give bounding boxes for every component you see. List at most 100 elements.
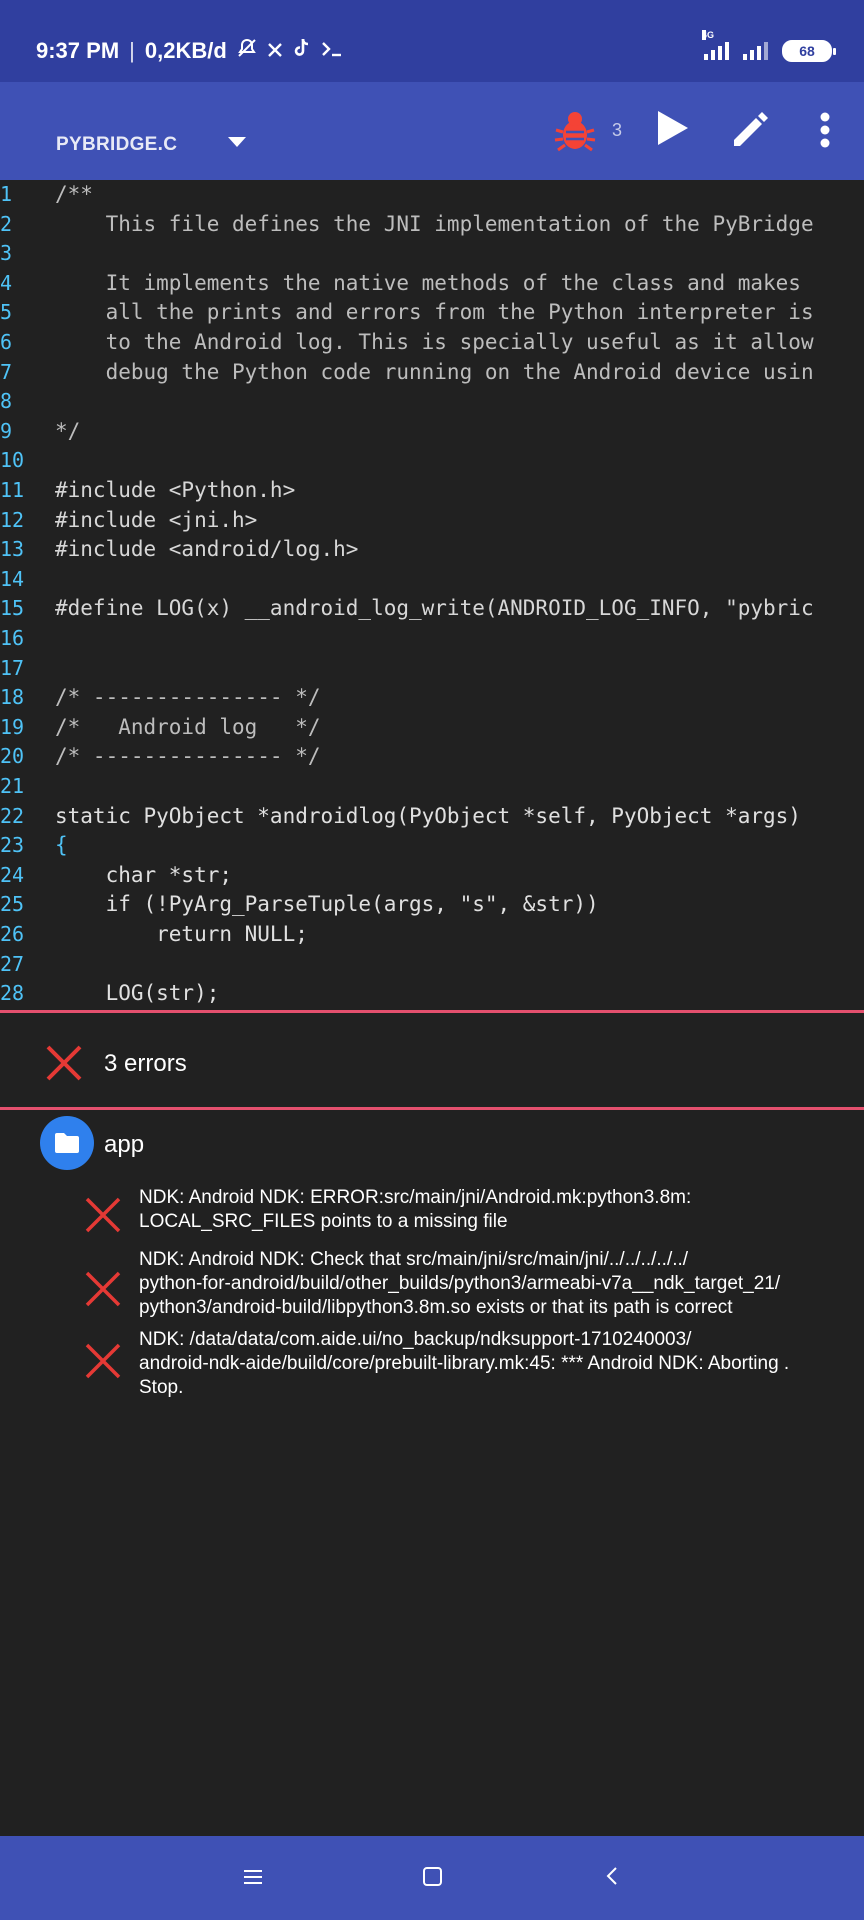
error-x-icon [46,1045,82,1081]
home-icon[interactable] [423,1867,442,1886]
line-number: 14 [0,566,25,591]
signal-icon [743,42,768,60]
line-number: 9 [0,418,13,443]
line-number: 28 [0,981,25,1006]
line-number: 1 [0,182,13,206]
bug-icon[interactable] [552,108,598,154]
code-line: 20 /* --------------- */ [0,742,864,771]
code-text: debug the Python code running on the And… [55,359,814,384]
status-right: 4G 68 [702,30,836,62]
more-vert-icon[interactable] [812,110,838,150]
battery-icon: 68 [782,40,836,62]
code-line: 28 LOG(str); [0,979,864,1008]
error-count-badge[interactable]: 3 [612,120,622,141]
line-number: 25 [0,892,25,917]
code-text: #define LOG(x) __android_log_write(ANDRO… [55,596,814,621]
line-number: 27 [0,951,25,976]
line-number: 2 [0,211,13,236]
error-x-icon [85,1271,121,1307]
code-line: 7 debug the Python code running on the A… [0,358,864,387]
code-text: */ [55,418,81,443]
edit-icon[interactable] [730,108,772,150]
code-line: 24 char *str; [0,861,864,890]
code-text: It implements the native methods of the … [55,270,801,295]
code-text: This file defines the JNI implementation… [55,211,814,236]
line-number: 26 [0,922,25,946]
code-line: 4 It implements the native methods of th… [0,269,864,298]
project-label[interactable]: app [104,1131,144,1159]
back-icon[interactable] [605,1866,619,1886]
code-text: to the Android log. This is specially us… [55,330,814,354]
code-line: 14 [0,565,864,594]
code-line: 18 /* --------------- */ [0,683,864,712]
lte-label: 4G [702,30,715,40]
code-text: all the prints and errors from the Pytho… [55,300,814,325]
folder-icon[interactable] [40,1116,94,1170]
line-number: 12 [0,507,25,532]
line-number: 17 [0,655,25,680]
code-line: 2 This file defines the JNI implementati… [0,210,864,239]
error-message: NDK: Android NDK: Check that src/main/jn… [139,1249,781,1318]
system-nav-bar [0,1836,864,1920]
line-number: 18 [0,685,25,710]
status-left: 9:37 PM | 0,2KB/d [36,38,343,64]
line-number: 20 [0,744,25,769]
menu-icon[interactable] [244,1869,262,1885]
code-line: 11 #include <Python.h> [0,476,864,505]
line-number: 5 [0,300,13,325]
code-line: 12 #include <jni.h> [0,506,864,535]
code-line: 6 to the Android log. This is specially … [0,328,864,357]
code-line: 15 #define LOG(x) __android_log_write(AND… [0,594,864,623]
line-number: 21 [0,774,25,798]
line-number: 6 [0,330,13,354]
line-number: 8 [0,389,13,414]
code-text: /* Android log */ [55,714,321,739]
code-text: #include <Python.h> [55,478,296,502]
error-x-icon [85,1343,121,1379]
code-text: #include <jni.h> [55,507,258,532]
terminal-icon [321,38,343,64]
play-icon[interactable] [652,108,692,148]
status-separator: | [129,38,135,63]
status-network-speed: 0,2KB/d [144,38,227,63]
tiktok-icon [293,38,311,64]
errors-header[interactable]: 3 errors [0,1013,864,1107]
file-title[interactable]: PYBRIDGE.C [56,134,177,156]
status-bar: 9:37 PM | 0,2KB/d 4G 68 [0,0,864,82]
code-line: 23 { [0,831,864,860]
code-text: char *str; [55,862,233,887]
line-number: 23 [0,833,25,858]
code-line: 19 /* Android log */ [0,713,864,742]
code-text: { [55,833,68,858]
errors-count-label: 3 errors [104,1050,187,1077]
line-number: 10 [0,448,25,473]
signal-4g-icon: 4G [702,30,729,60]
error-message: NDK: Android NDK: ERROR:src/main/jni/And… [139,1187,692,1232]
code-line: 27 [0,950,864,979]
error-message: NDK: /data/data/com.aide.ui/no_backup/nd… [139,1329,790,1398]
code-text: /* --------------- */ [55,685,321,710]
code-line: 9 */ [0,417,864,446]
code-text: LOG(str); [55,981,220,1006]
code-line: 8 [0,387,864,416]
code-line: 3 [0,239,864,268]
code-text: /* --------------- */ [55,744,321,769]
code-text: return NULL; [55,922,308,946]
code-text: if (!PyArg_ParseTuple(args, "s", &str)) [55,892,599,917]
app-toolbar: PYBRIDGE.C 3 [0,82,864,180]
errors-tree: app NDK: Android NDK: ERROR:src/main/jni… [0,1110,864,1836]
line-number: 7 [0,359,13,384]
line-number: 16 [0,626,25,650]
code-editor[interactable]: 1 /** 2 This file defines the JNI impleme… [0,180,864,1010]
code-line: 21 [0,772,864,801]
line-number: 13 [0,537,25,562]
line-number: 4 [0,270,13,295]
close-icon [267,38,283,64]
code-line: 22 static PyObject *androidlog(PyObject *… [0,802,864,831]
notifications-off-icon [237,38,257,64]
code-line: 17 [0,654,864,683]
code-line: 25 if (!PyArg_ParseTuple(args, "s", &str… [0,890,864,919]
code-line: 1 /** [0,180,864,209]
file-dropdown-icon[interactable] [228,137,246,147]
line-number: 15 [0,596,25,621]
